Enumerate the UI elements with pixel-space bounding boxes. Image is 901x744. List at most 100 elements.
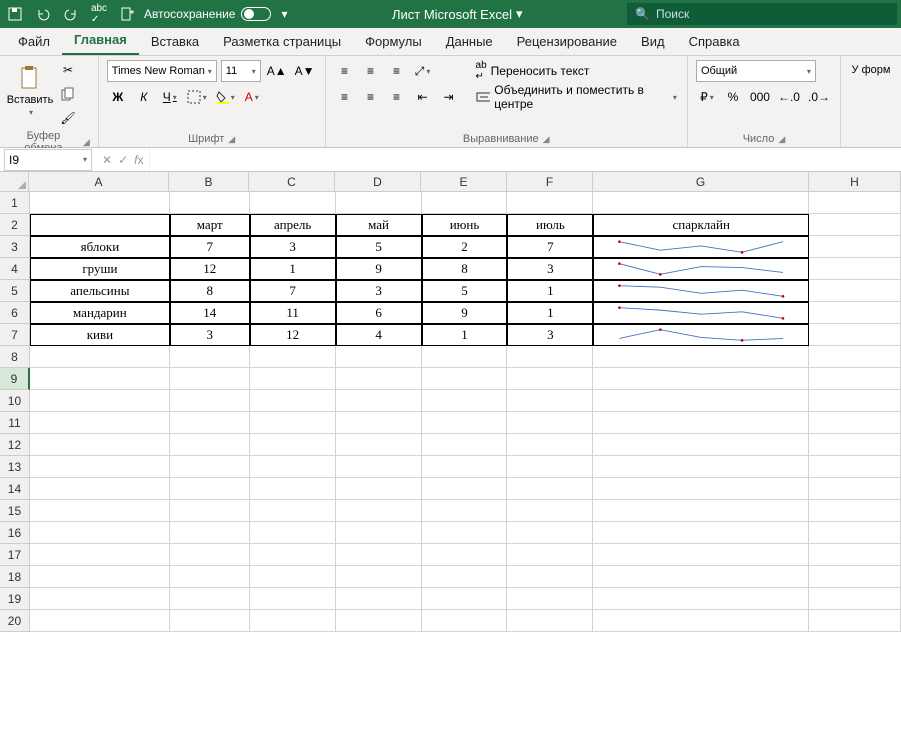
align-bottom-icon[interactable]: ≡ <box>386 60 408 82</box>
cell[interactable] <box>507 522 593 544</box>
cell[interactable] <box>809 302 901 324</box>
row-header[interactable]: 18 <box>0 566 30 588</box>
column-header[interactable]: G <box>593 172 809 192</box>
italic-button[interactable]: К <box>133 86 155 108</box>
cell[interactable] <box>250 192 336 214</box>
cell[interactable] <box>170 500 250 522</box>
cell[interactable]: апельсины <box>30 280 170 302</box>
cell[interactable] <box>336 500 422 522</box>
cell[interactable] <box>593 324 809 346</box>
cell[interactable] <box>170 566 250 588</box>
cell[interactable] <box>422 368 508 390</box>
cell[interactable] <box>30 522 170 544</box>
cell[interactable]: 4 <box>336 324 422 346</box>
cell[interactable] <box>422 192 508 214</box>
cell[interactable]: 12 <box>250 324 336 346</box>
cell[interactable]: 7 <box>507 236 593 258</box>
row-header[interactable]: 14 <box>0 478 30 500</box>
tab-insert[interactable]: Вставка <box>139 28 211 55</box>
cell[interactable] <box>170 390 250 412</box>
cell[interactable]: 7 <box>250 280 336 302</box>
align-left-icon[interactable]: ≡ <box>334 86 356 108</box>
row-header[interactable]: 13 <box>0 456 30 478</box>
cell[interactable] <box>593 302 809 324</box>
cell[interactable] <box>170 588 250 610</box>
cell[interactable] <box>250 390 336 412</box>
title-dropdown-icon[interactable]: ▾ <box>516 6 523 22</box>
cell[interactable]: март <box>170 214 250 236</box>
cell[interactable] <box>507 500 593 522</box>
cell[interactable] <box>809 192 901 214</box>
cell[interactable] <box>30 456 170 478</box>
row-header[interactable]: 4 <box>0 258 30 280</box>
dialog-launcher-icon[interactable]: ◢ <box>228 134 235 145</box>
align-center-icon[interactable]: ≡ <box>360 86 382 108</box>
cell[interactable] <box>593 434 809 456</box>
cell[interactable]: мандарин <box>30 302 170 324</box>
comma-format-icon[interactable]: 000 <box>748 86 772 108</box>
cell[interactable] <box>336 456 422 478</box>
row-header[interactable]: 2 <box>0 214 30 236</box>
cell[interactable] <box>809 588 901 610</box>
name-box[interactable]: I9▾ <box>4 149 92 171</box>
cell[interactable] <box>593 478 809 500</box>
column-header[interactable]: F <box>507 172 593 192</box>
cell[interactable] <box>170 522 250 544</box>
cell[interactable] <box>507 456 593 478</box>
cell[interactable] <box>507 434 593 456</box>
cell[interactable] <box>809 478 901 500</box>
cell[interactable] <box>809 280 901 302</box>
cell[interactable] <box>593 610 809 632</box>
cell[interactable] <box>250 456 336 478</box>
cell[interactable]: 3 <box>250 236 336 258</box>
cell[interactable] <box>809 610 901 632</box>
cell[interactable] <box>593 412 809 434</box>
cut-icon[interactable]: ✂ <box>58 60 78 80</box>
cell[interactable] <box>507 566 593 588</box>
cell[interactable] <box>507 478 593 500</box>
cell[interactable] <box>809 522 901 544</box>
cell[interactable] <box>250 566 336 588</box>
cell[interactable] <box>422 456 508 478</box>
cell[interactable] <box>336 368 422 390</box>
fx-icon[interactable]: fx <box>134 153 143 167</box>
cell[interactable] <box>809 346 901 368</box>
cell[interactable] <box>507 544 593 566</box>
cell[interactable] <box>170 610 250 632</box>
cell[interactable] <box>809 566 901 588</box>
row-header[interactable]: 17 <box>0 544 30 566</box>
copy-icon[interactable] <box>58 84 78 104</box>
column-header[interactable]: B <box>169 172 249 192</box>
cell[interactable] <box>30 412 170 434</box>
cell[interactable] <box>336 346 422 368</box>
number-format-select[interactable]: Общий▾ <box>696 60 816 82</box>
cell[interactable] <box>422 566 508 588</box>
cell[interactable] <box>250 412 336 434</box>
cell[interactable] <box>170 192 250 214</box>
cell[interactable] <box>170 544 250 566</box>
tab-data[interactable]: Данные <box>434 28 505 55</box>
cell[interactable] <box>30 478 170 500</box>
cell[interactable]: груши <box>30 258 170 280</box>
row-header[interactable]: 16 <box>0 522 30 544</box>
cell[interactable] <box>30 390 170 412</box>
cell[interactable] <box>250 434 336 456</box>
cell[interactable]: 1 <box>507 280 593 302</box>
cell[interactable]: спарклайн <box>593 214 809 236</box>
font-name-select[interactable]: Times New Roman▾ <box>107 60 217 82</box>
cell[interactable] <box>507 346 593 368</box>
column-header[interactable]: D <box>335 172 421 192</box>
cell[interactable] <box>422 412 508 434</box>
fill-color-button[interactable]: ▾ <box>213 86 237 108</box>
save-icon[interactable] <box>4 3 26 25</box>
cell[interactable] <box>250 544 336 566</box>
cell[interactable] <box>250 610 336 632</box>
cell[interactable] <box>30 434 170 456</box>
tab-help[interactable]: Справка <box>677 28 752 55</box>
cell[interactable] <box>593 192 809 214</box>
cell[interactable] <box>30 588 170 610</box>
tab-file[interactable]: Файл <box>6 28 62 55</box>
cell[interactable] <box>30 368 170 390</box>
accounting-format-icon[interactable]: ₽▾ <box>696 86 718 108</box>
decrease-decimal-icon[interactable]: .0→ <box>806 86 832 108</box>
